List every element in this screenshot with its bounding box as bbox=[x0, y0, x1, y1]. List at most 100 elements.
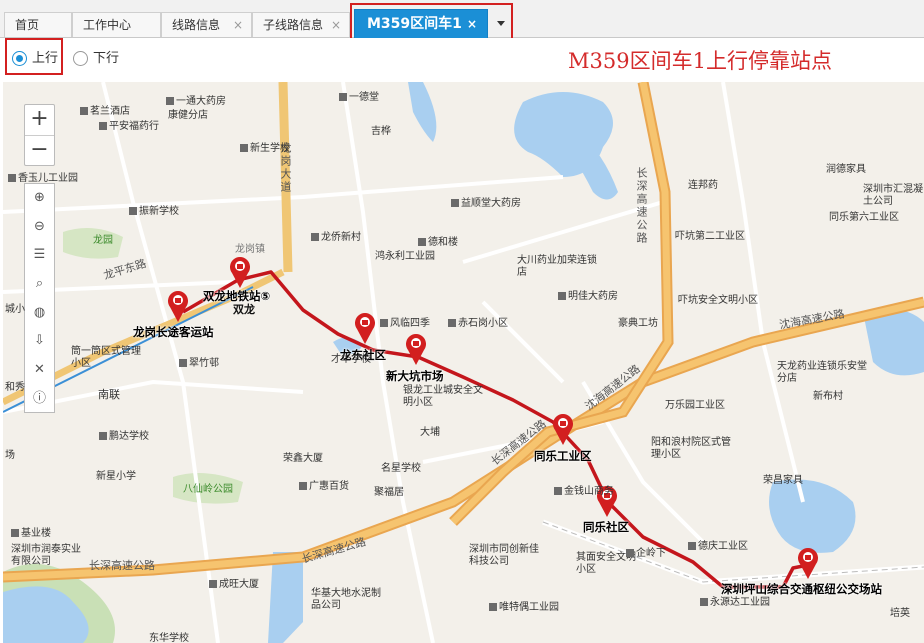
place-label: 德和楼 bbox=[418, 237, 458, 249]
place-label: 华基大地水泥制品公司 bbox=[311, 588, 381, 611]
tab-label: 子线路信息 bbox=[263, 18, 324, 32]
place-label: 康健分店 bbox=[168, 110, 208, 121]
place-label: 双龙 bbox=[233, 303, 255, 316]
place-label: 培英 bbox=[890, 608, 910, 619]
map-canvas[interactable]: + − ⊕ ⊖ ☰ ⌕ ◍ ⇩ ✕ ⓘ 龙岗长途客运站 双龙地铁站⑤ 龙东社区 … bbox=[3, 82, 924, 643]
map-toolbar: ⊕ ⊖ ☰ ⌕ ◍ ⇩ ✕ ⓘ bbox=[24, 183, 55, 413]
close-icon[interactable]: × bbox=[331, 13, 341, 37]
place-label: 深圳市同创新佳科技公司 bbox=[469, 544, 539, 567]
place-label: 德庆工业区 bbox=[688, 541, 748, 553]
place-label: 豪典工坊 bbox=[618, 318, 658, 329]
place-label: 广惠百货 bbox=[299, 481, 349, 493]
place-label: 鸿永利工业园 bbox=[375, 251, 435, 262]
radio-unchecked-icon bbox=[73, 51, 88, 66]
highlight-box-radio bbox=[5, 38, 63, 75]
place-label: 连邦药 bbox=[688, 180, 718, 191]
place-label: 香玉儿工业园 bbox=[8, 173, 78, 185]
place-label: 筒一筒区式管理小区 bbox=[71, 346, 141, 369]
place-label: 龙园 bbox=[93, 235, 113, 246]
place-label: 永源达工业园 bbox=[700, 597, 770, 609]
page-heading: M359区间车1上行停靠站点 bbox=[568, 49, 832, 73]
zoom-in-icon[interactable]: ⊕ bbox=[25, 184, 54, 213]
place-label: 和秀 bbox=[5, 382, 25, 393]
stop-label: 双龙地铁站⑤ bbox=[203, 289, 271, 303]
place-label: 吉桦 bbox=[371, 126, 391, 137]
place-label: 吓坑第二工业区 bbox=[675, 231, 745, 242]
place-label: 深圳市润泰实业有限公司 bbox=[11, 544, 81, 567]
place-label: 八仙岭公园 bbox=[183, 484, 233, 495]
place-label: 南联 bbox=[98, 388, 120, 401]
zoom-in-button[interactable]: + bbox=[25, 105, 54, 135]
tab-work-center[interactable]: 工作中心 bbox=[72, 12, 161, 37]
list-icon[interactable]: ☰ bbox=[25, 241, 54, 270]
export-icon[interactable]: ⇩ bbox=[25, 327, 54, 356]
place-label: 茗兰酒店 bbox=[80, 106, 130, 118]
place-label: 赤石岗小区 bbox=[448, 318, 508, 330]
place-label: 基业楼 bbox=[11, 528, 51, 540]
place-label: 龙侨新村 bbox=[311, 232, 361, 244]
place-label: 阳和浪村院区式管理小区 bbox=[651, 437, 731, 460]
place-label: 翠竹邨 bbox=[179, 358, 219, 370]
tab-route-info[interactable]: 线路信息 × bbox=[161, 12, 252, 37]
stop-pin-icon[interactable] bbox=[404, 332, 428, 366]
place-label: 大埔 bbox=[420, 427, 440, 438]
tab-home[interactable]: 首页 bbox=[4, 12, 72, 37]
zoom-control: + − bbox=[24, 104, 55, 166]
place-label: 场 bbox=[5, 450, 15, 461]
place-label: 新生学校 bbox=[240, 143, 290, 155]
place-label: 才华学校 bbox=[331, 354, 371, 365]
place-label: 荣昌家具 bbox=[763, 475, 803, 486]
stop-label: 同乐社区 bbox=[583, 520, 629, 534]
place-label: 名星学校 bbox=[381, 463, 421, 474]
place-label: 金钱山商务 bbox=[554, 486, 614, 498]
stop-label: 同乐工业区 bbox=[534, 449, 592, 463]
tab-label: 线路信息 bbox=[172, 18, 221, 32]
road-label: 长深高速公路 bbox=[89, 559, 155, 572]
place-label: 吓坑安全文明小区 bbox=[678, 295, 758, 306]
stop-label: 深圳坪山综合交通枢纽公交场站 bbox=[721, 582, 882, 596]
stop-label: 龙岗长途客运站 bbox=[133, 325, 214, 339]
place-label: 风临四季 bbox=[380, 318, 430, 330]
place-label: 益顺堂大药房 bbox=[451, 198, 521, 210]
place-label: 聚福居 bbox=[374, 487, 404, 498]
place-label: 鹏达学校 bbox=[99, 431, 149, 443]
place-label: 银龙工业城安全文明小区 bbox=[403, 385, 483, 408]
place-label: 大川药业加荣连锁店 bbox=[517, 255, 597, 278]
place-label: 润德家具 bbox=[826, 164, 866, 175]
place-label: 新星小学 bbox=[96, 471, 136, 482]
stop-label: 新大坑市场 bbox=[386, 369, 444, 383]
place-label: 成旺大厦 bbox=[209, 579, 259, 591]
stop-pin-icon[interactable] bbox=[166, 289, 190, 323]
zoom-out-button[interactable]: − bbox=[25, 135, 54, 165]
place-label: 深圳市汇混凝土公司 bbox=[863, 184, 923, 207]
zoom-out-icon[interactable]: ⊖ bbox=[25, 213, 54, 242]
place-label: 天龙药业连锁乐安堂分店 bbox=[777, 361, 867, 384]
close-icon[interactable]: × bbox=[233, 13, 243, 37]
tab-label: 工作中心 bbox=[83, 18, 132, 32]
place-label: 明佳大药房 bbox=[558, 291, 618, 303]
radio-down[interactable]: 下行 bbox=[73, 51, 119, 67]
search-icon[interactable]: ⌕ bbox=[25, 270, 54, 299]
place-label: 龙岗镇 bbox=[235, 244, 265, 255]
road-label: 长深高速公路 bbox=[635, 167, 648, 245]
stop-pin-icon[interactable] bbox=[353, 311, 377, 345]
radio-label: 下行 bbox=[93, 51, 120, 66]
stop-pin-icon[interactable] bbox=[796, 546, 820, 580]
stop-pin-icon[interactable] bbox=[551, 412, 575, 446]
tab-label: 首页 bbox=[15, 18, 40, 32]
stop-pin-icon[interactable] bbox=[228, 255, 252, 289]
place-label: 振新学校 bbox=[129, 206, 179, 218]
place-label: 企岭下 bbox=[626, 548, 666, 560]
info-icon[interactable]: ⓘ bbox=[25, 385, 54, 414]
place-label: 唯特偶工业园 bbox=[489, 602, 559, 614]
place-label: 新布村 bbox=[813, 391, 843, 402]
place-label: 平安福药行 bbox=[99, 121, 159, 133]
globe-icon[interactable]: ◍ bbox=[25, 299, 54, 328]
trash-icon[interactable]: ✕ bbox=[25, 356, 54, 385]
place-label: 东华学校 bbox=[149, 633, 189, 643]
place-label: 荣鑫大厦 bbox=[283, 453, 323, 464]
place-label: 一德堂 bbox=[339, 92, 379, 104]
place-label: 城小 bbox=[5, 304, 25, 315]
tab-subroute-info[interactable]: 子线路信息 × bbox=[252, 12, 350, 37]
place-label: 万乐园工业区 bbox=[665, 400, 725, 411]
